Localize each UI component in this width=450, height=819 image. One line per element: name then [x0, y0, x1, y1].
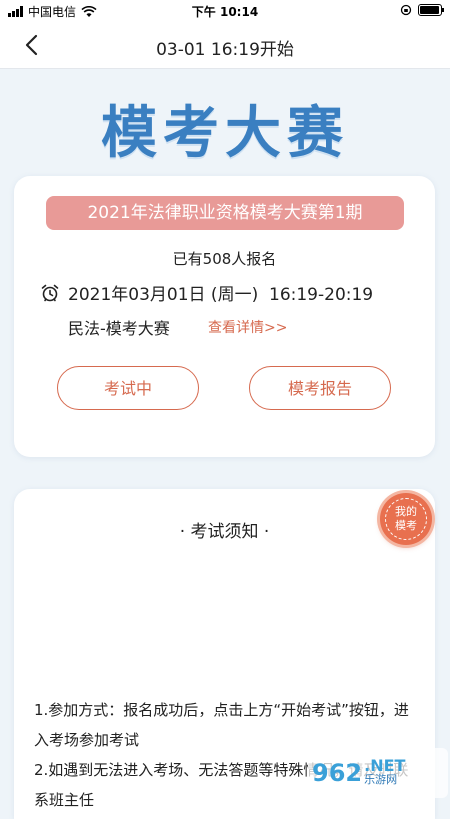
status-time: 下午 10:14	[191, 5, 259, 19]
status-bar: 中国电信 下午 10:14	[0, 0, 450, 22]
watermark-text: .NET 乐游网	[364, 756, 406, 787]
contest-subject: 民法-模考大赛	[68, 319, 170, 338]
alarm-clock-icon	[41, 284, 59, 301]
mock-report-button[interactable]: 模考报告	[249, 366, 391, 410]
watermark-net: .NET	[364, 756, 406, 775]
datetime-text: 2021年03月01日 (周一) 16:19-20:19	[68, 285, 374, 305]
contest-datetime: 2021年03月01日 (周一) 16:19-20:19	[40, 280, 373, 305]
exam-in-progress-button[interactable]: 考试中	[57, 366, 199, 410]
rule-item: 1.参加方式：报名成功后，点击上方“开始考试”按钮，进入考场参加考试	[34, 701, 409, 749]
contest-card: 2021年法律职业资格模考大赛第1期 已有508人报名 2021年03月01日 …	[14, 176, 435, 457]
nav-bar: 03-01 16:19开始	[0, 22, 450, 69]
site-watermark: 962 .NET 乐游网	[308, 748, 448, 798]
battery-icon	[418, 4, 444, 16]
my-mock-badge[interactable]: 我的 模考	[380, 493, 432, 545]
notice-title: · 考试须知 ·	[179, 522, 270, 542]
hero-title: 模考大赛	[101, 101, 349, 166]
watermark-cn: 乐游网	[364, 773, 398, 786]
status-right	[400, 4, 444, 16]
contest-banner: 2021年法律职业资格模考大赛第1期	[46, 196, 404, 230]
view-details-link[interactable]: 查看详情>>	[208, 317, 287, 337]
page-title: 03-01 16:19开始	[156, 40, 294, 60]
watermark-logo: 962	[312, 759, 363, 787]
badge-line1: 我的	[395, 505, 417, 518]
orientation-lock-icon	[400, 4, 412, 16]
enrolled-count: 已有508人报名	[172, 250, 277, 268]
badge-line2: 模考	[395, 519, 417, 532]
